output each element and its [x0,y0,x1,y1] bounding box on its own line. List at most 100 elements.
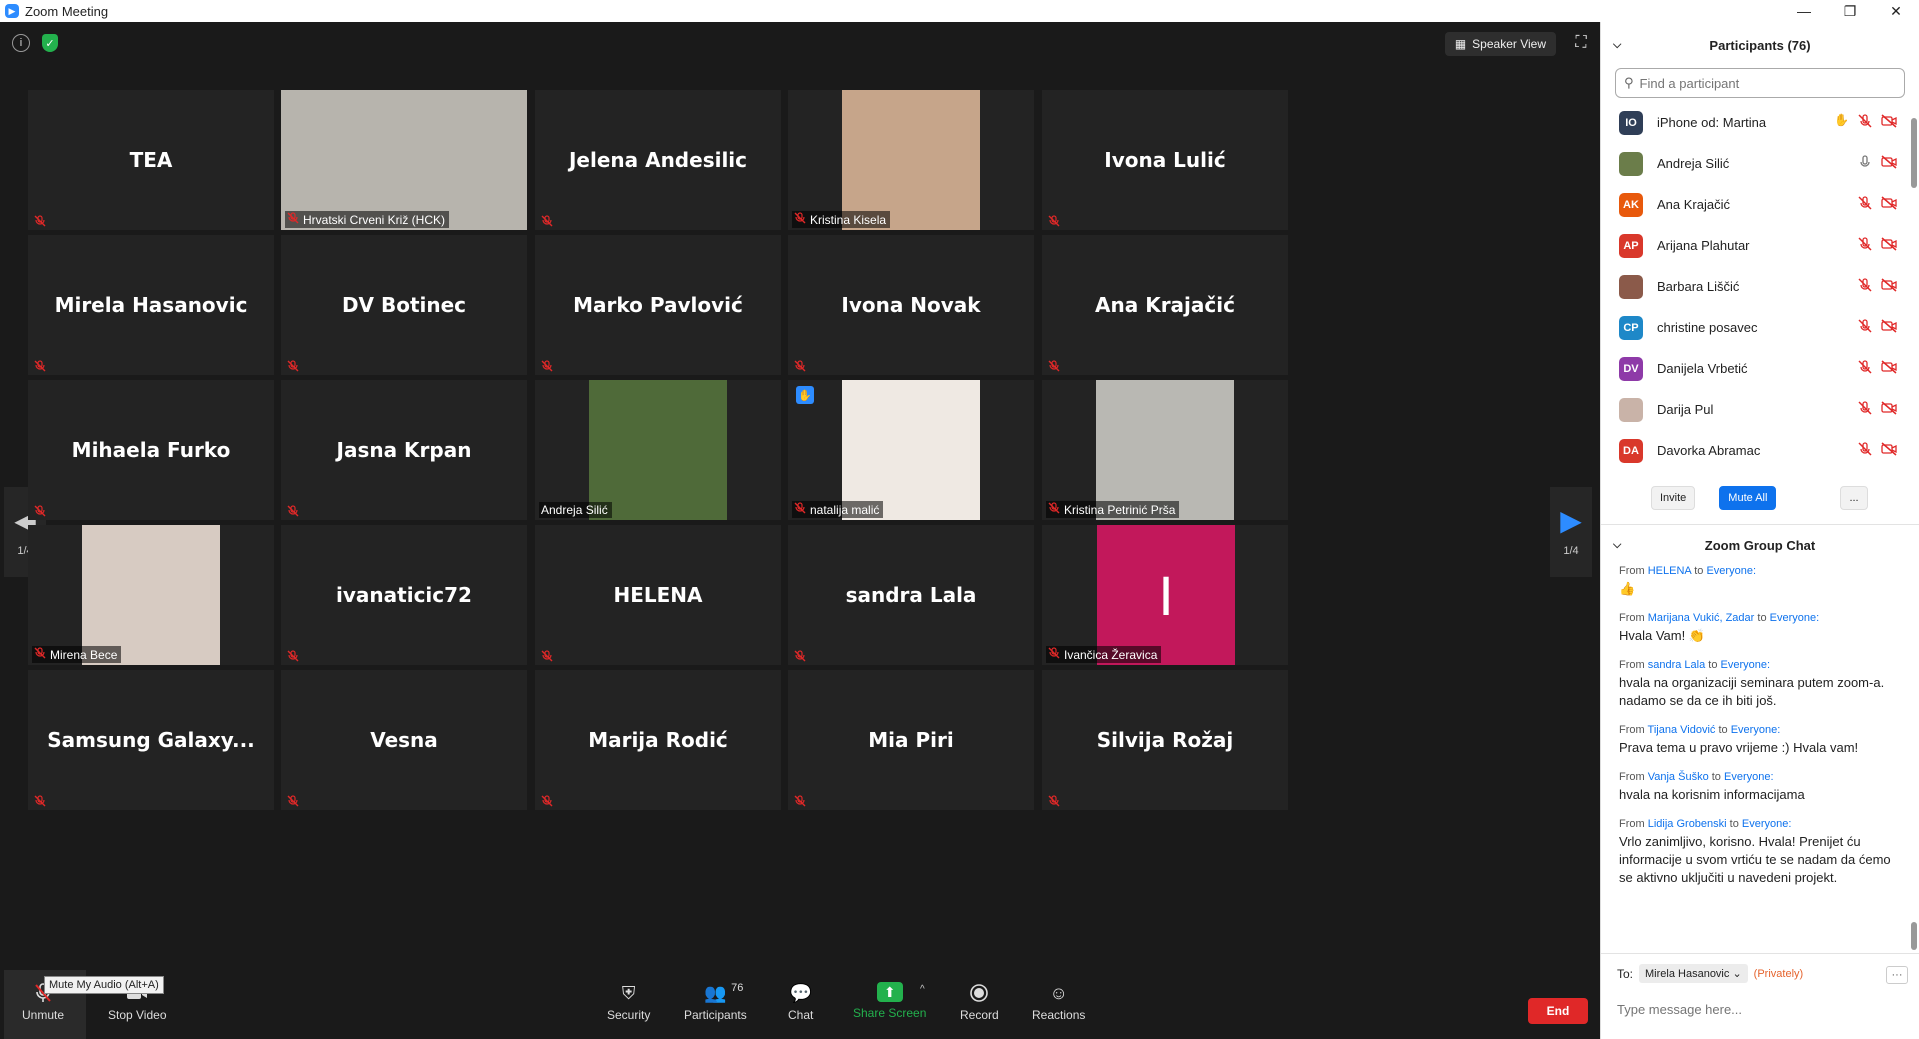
participant-name: Arijana Plahutar [1657,238,1750,253]
chat-more-button[interactable]: ··· [1886,966,1908,984]
participant-name: natalija malić [810,502,880,517]
participant-tile[interactable]: Mirela Hasanovic [28,235,274,375]
participant-tile[interactable]: Mihaela Furko [28,380,274,520]
participant-display-name: HELENA [613,583,703,607]
participant-tile[interactable]: ivanaticic72 [281,525,527,665]
participant-row[interactable]: Darija Pul [1601,389,1919,430]
from-word: From [1619,565,1645,577]
participant-name-label: Hrvatski Crveni Križ (HCK) [285,211,450,228]
from-word: From [1619,612,1645,624]
participant-tile[interactable]: Hrvatski Crveni Križ (HCK) [281,90,527,230]
participant-tile[interactable]: sandra Lala [788,525,1034,665]
chat-messages: From HELENA to Everyone: 👍 From Marijana V… [1601,565,1919,887]
close-icon[interactable]: ✕ [1876,0,1916,22]
chat-message-header: From sandra Lala to Everyone: [1619,659,1905,671]
participant-row[interactable]: AK Ana Krajačić [1601,184,1919,225]
reactions-button[interactable]: ☺ Reactions [1032,982,1085,1023]
to-word: to [1729,818,1739,830]
participant-tile[interactable]: Andreja Silić [535,380,781,520]
participant-tile[interactable]: Ana Krajačić [1042,235,1288,375]
participant-row[interactable]: Andreja Silić [1601,143,1919,184]
participant-row[interactable]: Barbara Liščić [1601,266,1919,307]
participant-tile[interactable]: Silvija Rožaj [1042,670,1288,810]
participant-tile[interactable]: Kristina Kisela [788,90,1034,230]
share-screen-button[interactable]: ⬆ Share Screen [853,982,926,1020]
participant-search-input[interactable] [1639,75,1860,91]
video-off-icon [1881,113,1897,132]
recipient-dropdown[interactable]: Mirela Hasanovic ⌄ [1639,964,1748,983]
participant-tile[interactable]: Mia Piri [788,670,1034,810]
more-options-button[interactable]: ... [1840,485,1868,510]
participant-tile[interactable]: Samsung Galaxy... [28,670,274,810]
participant-tile[interactable]: Mirena Bece [28,525,274,665]
mic-muted-icon [34,504,46,517]
participant-tile[interactable]: TEA [28,90,274,230]
encryption-shield-icon[interactable]: ✓ [42,34,58,52]
mic-muted-icon [541,649,553,662]
participant-row[interactable]: CP christine posavec [1601,307,1919,348]
participant-name-label: Mirena Bece [32,646,122,663]
participant-tile[interactable]: ✋ natalija malić [788,380,1034,520]
video-feed [1096,380,1234,520]
participant-tile[interactable]: Vesna [281,670,527,810]
participant-row[interactable]: AP Arijana Plahutar [1601,225,1919,266]
participants-title: Participants (76) [1709,37,1811,53]
to-word: to [1711,771,1721,783]
mic-muted-icon [1857,318,1873,337]
mute-all-button[interactable]: Mute All [1719,485,1777,510]
participant-tile[interactable]: DV Botinec [281,235,527,375]
video-off-icon [1881,318,1897,337]
to-word: to [1708,659,1718,671]
chat-sender: Tijana Vidović [1647,724,1716,736]
participant-name: iPhone od: Martina [1657,115,1767,130]
participant-display-name: Mia Piri [868,728,954,752]
info-icon[interactable]: i [12,34,30,52]
next-page-button[interactable]: ▶ 1/4 [1550,487,1592,577]
raised-hand-icon: ✋ [1834,113,1849,127]
chat-message: From Vanja Šuško to Everyone: hvala na ko… [1619,771,1905,804]
participant-tile[interactable]: Jelena Andesilic [535,90,781,230]
recipient-selector: To: Mirela Hasanovic ⌄ (Privately) [1617,964,1803,983]
record-button[interactable]: Record [960,982,999,1022]
speaker-view-button[interactable]: ▦ Speaker View [1444,32,1556,56]
fullscreen-icon[interactable]: ⛶ [1572,34,1590,52]
participant-name: Kristina Petrinić Prša [1064,502,1176,517]
invite-button[interactable]: Invite [1651,485,1696,510]
participant-search[interactable]: ⚲ [1615,68,1905,98]
from-word: From [1619,724,1645,736]
participant-tile[interactable]: Marko Pavlović [535,235,781,375]
chat-scrollbar[interactable] [1911,922,1917,950]
chat-title: Zoom Group Chat [1704,537,1816,553]
minimize-icon[interactable]: — [1784,0,1824,22]
participant-display-name: TEA [129,148,173,172]
mic-muted-icon [34,359,46,372]
restore-icon[interactable]: ❐ [1830,0,1870,22]
chat-button[interactable]: 💬 Chat [788,982,813,1023]
mic-muted-icon [287,504,299,517]
participants-button[interactable]: 👥 76 Participants [684,982,747,1022]
participant-tile[interactable]: Kristina Petrinić Prša [1042,380,1288,520]
mic-muted-icon [794,359,806,372]
end-meeting-button[interactable]: End [1528,998,1588,1024]
participant-name-label: Kristina Kisela [792,211,891,228]
participant-tile[interactable]: Jasna Krpan [281,380,527,520]
participant-row[interactable]: IO iPhone od: Martina ✋ [1601,102,1919,143]
participant-tile[interactable]: Ivona Novak [788,235,1034,375]
participants-scrollbar[interactable] [1911,118,1917,188]
chevron-down-icon[interactable]: ⌵ [1613,539,1621,552]
participant-tile[interactable]: Ivona Lulić [1042,90,1288,230]
security-button[interactable]: ⛨ Security [607,982,650,1023]
share-options-caret-icon[interactable]: ^ [920,984,925,995]
participant-tile[interactable]: I Ivančica Žeravica [1042,525,1288,665]
chat-bubble-icon: 💬 [789,982,812,1003]
chat-message-input[interactable] [1617,1002,1897,1017]
avatar: DA [1619,438,1643,463]
participant-row[interactable]: DV Danijela Vrbetić [1601,348,1919,389]
chevron-down-icon[interactable]: ⌵ [1613,39,1621,52]
window-title: Zoom Meeting [25,3,109,19]
participant-tile[interactable]: Marija Rodić [535,670,781,810]
chat-recipient: Everyone: [1741,818,1792,830]
participant-tile[interactable]: HELENA [535,525,781,665]
video-off-icon [1881,195,1897,214]
participant-row[interactable]: DA Davorka Abramac [1601,430,1919,471]
